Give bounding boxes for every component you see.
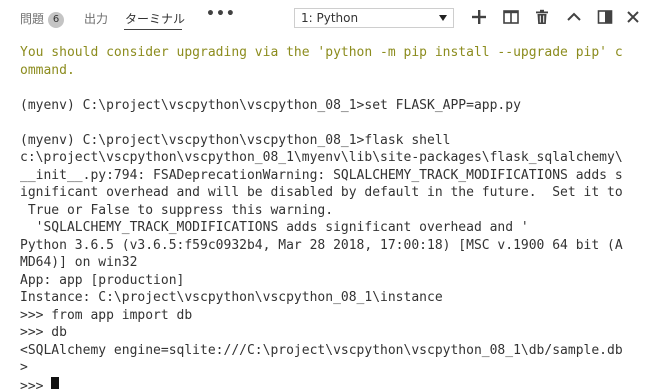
terminal-line: ignificant overhead and will be disabled… (20, 185, 623, 200)
dropdown-arrow-icon (439, 15, 447, 21)
terminal-line: Python 3.6.5 (v3.6.5:f59c0932b4, Mar 28 … (20, 237, 623, 253)
plus-icon[interactable] (470, 8, 488, 26)
tab-problems[interactable]: 問題 6 (20, 10, 65, 28)
terminal-line: __init__.py:794: FSADeprecationWarning: … (20, 167, 623, 183)
chevron-up-icon[interactable] (565, 8, 583, 26)
terminal-line: > (20, 360, 28, 375)
terminal-line: ommand. (20, 62, 75, 78)
tab-problems-label: 問題 (20, 12, 45, 26)
terminal-output[interactable]: You should consider upgrading via the 'p… (20, 44, 646, 389)
terminal-line: >>> from app import db (20, 307, 193, 323)
terminal-line: <SQLAlchemy engine=sqlite:///C:\project\… (20, 342, 623, 358)
split-icon[interactable] (502, 8, 520, 26)
terminal-line: You should consider upgrading via the 'p… (20, 45, 623, 60)
panel-tab-bar: 問題 6 出力 ターミナル ••• 1: Python (0, 0, 646, 36)
tab-terminal-label: ターミナル (125, 12, 186, 26)
tab-output[interactable]: 出力 (84, 10, 108, 27)
terminal-prompt: >>> (20, 378, 52, 389)
terminal-line: True or False to suppress this warning. (20, 202, 334, 218)
trash-icon[interactable] (533, 8, 551, 26)
problems-count-badge: 6 (48, 12, 65, 28)
tab-output-label: 出力 (84, 12, 109, 26)
more-actions-icon[interactable]: ••• (206, 6, 236, 22)
terminal-line: (myenv) C:\project\vscpython\vscpython_0… (20, 132, 451, 148)
close-icon[interactable] (624, 8, 642, 26)
active-tab-indicator (124, 29, 182, 30)
terminal-line: MD64)] on win32 (20, 255, 138, 270)
terminal-line: App: app [production] (20, 272, 185, 288)
terminal-select-value: 1: Python (301, 11, 359, 25)
terminal-line: >>> db (20, 325, 67, 340)
maximize-panel-icon[interactable] (596, 8, 614, 26)
terminal-prompt-line: >>> (20, 376, 646, 389)
terminal-select-dropdown[interactable]: 1: Python (294, 8, 454, 28)
terminal-cursor (51, 376, 60, 389)
terminal-line: (myenv) C:\project\vscpython\vscpython_0… (20, 97, 521, 113)
terminal-line: 'SQLALCHEMY_TRACK_MODIFICATIONS adds sig… (20, 220, 529, 235)
tab-terminal[interactable]: ターミナル (125, 10, 185, 27)
terminal-panel: 問題 6 出力 ターミナル ••• 1: Python You should c… (0, 0, 646, 389)
terminal-line: Instance: C:\project\vscpython\vscpython… (20, 290, 443, 305)
terminal-line: c:\project\vscpython\vscpython_08_1\myen… (20, 150, 623, 165)
